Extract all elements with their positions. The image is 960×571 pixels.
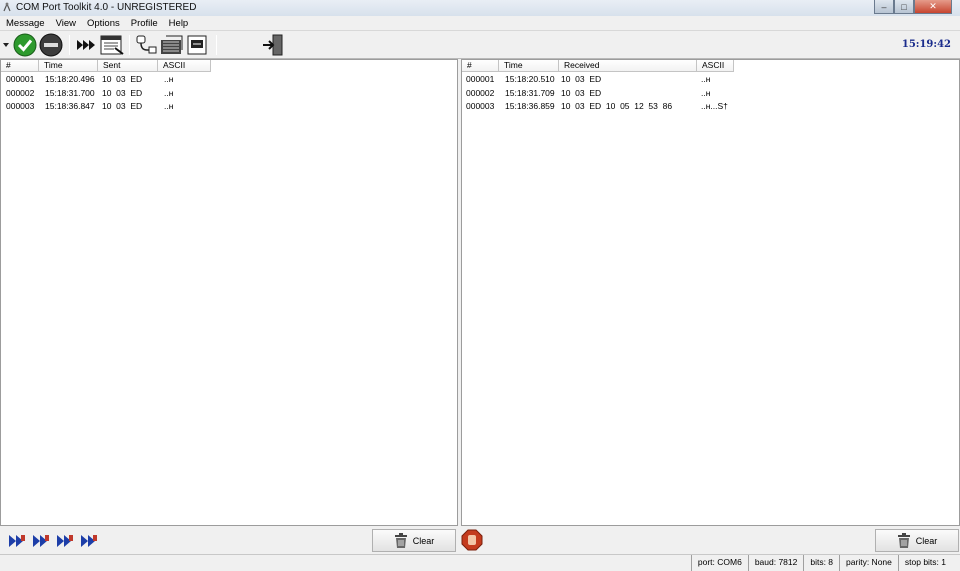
sent-panel[interactable]: # Time Sent ASCII 000001 15:18:20.496 10… — [0, 59, 458, 526]
row-ascii: ..н...S† — [701, 101, 728, 111]
clock: 15:19:42 — [901, 39, 951, 50]
terminal-icon[interactable] — [186, 34, 208, 56]
clear-received-button[interactable]: Clear — [875, 529, 959, 552]
sent-header: # Time Sent ASCII — [1, 60, 211, 72]
status-baud: baud: 7812 — [747, 555, 804, 571]
row-num: 000003 — [6, 101, 35, 111]
clear-label: Clear — [915, 535, 938, 546]
row-num: 000001 — [466, 74, 495, 84]
macro-send-2-icon[interactable] — [32, 530, 52, 552]
title-bar: COM Port Toolkit 4.0 - UNREGISTERED – □ … — [0, 0, 960, 16]
row-data: 10 03 ED 10 05 12 53 86 — [561, 101, 673, 111]
row-num: 000002 — [466, 87, 495, 98]
received-header: # Time Received ASCII — [462, 60, 734, 72]
menu-profile[interactable]: Profile — [125, 16, 163, 30]
cable-plug-icon[interactable] — [134, 34, 158, 56]
menu-bar: Message View Options Profile Help — [0, 16, 960, 31]
toolbar: 15:19:42 — [0, 31, 960, 59]
row-time: 15:18:31.700 — [45, 87, 95, 98]
close-button[interactable]: ✕ — [914, 0, 952, 14]
app-icon — [3, 2, 11, 12]
row-ascii: ..н — [164, 101, 174, 111]
row-data: 10 03 ED — [102, 101, 143, 111]
bottom-bar: Clear Clear — [0, 527, 960, 554]
received-panel[interactable]: # Time Received ASCII 000001 15:18:20.51… — [461, 59, 960, 526]
column-header-time[interactable]: Time — [39, 60, 98, 72]
macro-send-4-icon[interactable] — [80, 530, 100, 552]
macro-send-1-icon[interactable] — [8, 530, 28, 552]
status-stop-bits: stop bits: 1 — [897, 555, 960, 571]
table-row[interactable]: 000002 15:18:31.700 10 03 ED ..н — [1, 87, 173, 101]
row-time: 15:18:36.859 — [505, 101, 555, 111]
row-time: 15:18:20.496 — [45, 74, 95, 84]
row-data: 10 03 ED — [561, 74, 602, 84]
row-time: 15:18:20.510 — [505, 74, 555, 84]
minimize-button[interactable]: – — [874, 0, 894, 14]
row-ascii: ..н — [701, 87, 711, 98]
menu-help[interactable]: Help — [163, 16, 194, 30]
stop-icon[interactable] — [461, 529, 483, 551]
maximize-button[interactable]: □ — [894, 0, 914, 14]
column-header-ascii[interactable]: ASCII — [697, 60, 734, 72]
exit-door-icon[interactable] — [261, 34, 285, 56]
status-bits: bits: 8 — [803, 555, 839, 571]
menu-view[interactable]: View — [50, 16, 81, 30]
column-header-num[interactable]: # — [462, 60, 499, 72]
clear-sent-button[interactable]: Clear — [372, 529, 456, 552]
column-header-time[interactable]: Time — [499, 60, 559, 72]
macro-send-3-icon[interactable] — [56, 530, 76, 552]
column-header-sent[interactable]: Sent — [98, 60, 158, 72]
menu-message[interactable]: Message — [0, 16, 50, 30]
column-header-ascii[interactable]: ASCII — [158, 60, 211, 72]
send-fast-forward-icon[interactable] — [75, 34, 97, 56]
row-data: 10 03 ED — [102, 74, 143, 84]
row-num: 000002 — [6, 87, 35, 98]
menu-options[interactable]: Options — [81, 16, 125, 30]
table-row[interactable]: 000001 15:18:20.496 10 03 ED ..н — [1, 73, 173, 87]
trash-icon — [897, 532, 910, 548]
row-time: 15:18:36.847 — [45, 101, 95, 111]
table-row[interactable]: 000002 15:18:31.709 10 03 ED ..н — [462, 87, 728, 101]
clear-label: Clear — [412, 535, 435, 546]
status-port: port: COM6 — [690, 555, 748, 571]
status-parity: parity: None — [839, 555, 898, 571]
status-bar: port: COM6 baud: 7812 bits: 8 parity: No… — [0, 554, 960, 571]
table-row[interactable]: 000003 15:18:36.847 10 03 ED ..н — [1, 100, 173, 114]
column-header-num[interactable]: # — [1, 60, 39, 72]
row-ascii: ..н — [164, 74, 174, 84]
connect-icon[interactable] — [12, 33, 38, 57]
row-num: 000001 — [6, 74, 35, 84]
macro-icon[interactable] — [159, 34, 185, 56]
disconnect-icon[interactable] — [38, 33, 64, 57]
row-ascii: ..н — [164, 87, 174, 98]
window-title: COM Port Toolkit 4.0 - UNREGISTERED — [16, 2, 197, 13]
log-view-icon[interactable] — [99, 34, 125, 56]
trash-icon — [394, 532, 407, 548]
row-num: 000003 — [466, 101, 495, 111]
row-time: 15:18:31.709 — [505, 87, 555, 98]
column-header-received[interactable]: Received — [559, 60, 697, 72]
dropdown-arrow-icon[interactable] — [1, 34, 11, 56]
row-data: 10 03 ED — [561, 87, 602, 98]
row-ascii: ..н — [701, 74, 711, 84]
row-data: 10 03 ED — [102, 87, 143, 98]
table-row[interactable]: 000001 15:18:20.510 10 03 ED ..н — [462, 73, 728, 87]
table-row[interactable]: 000003 15:18:36.859 10 03 ED 10 05 12 53… — [462, 100, 728, 114]
